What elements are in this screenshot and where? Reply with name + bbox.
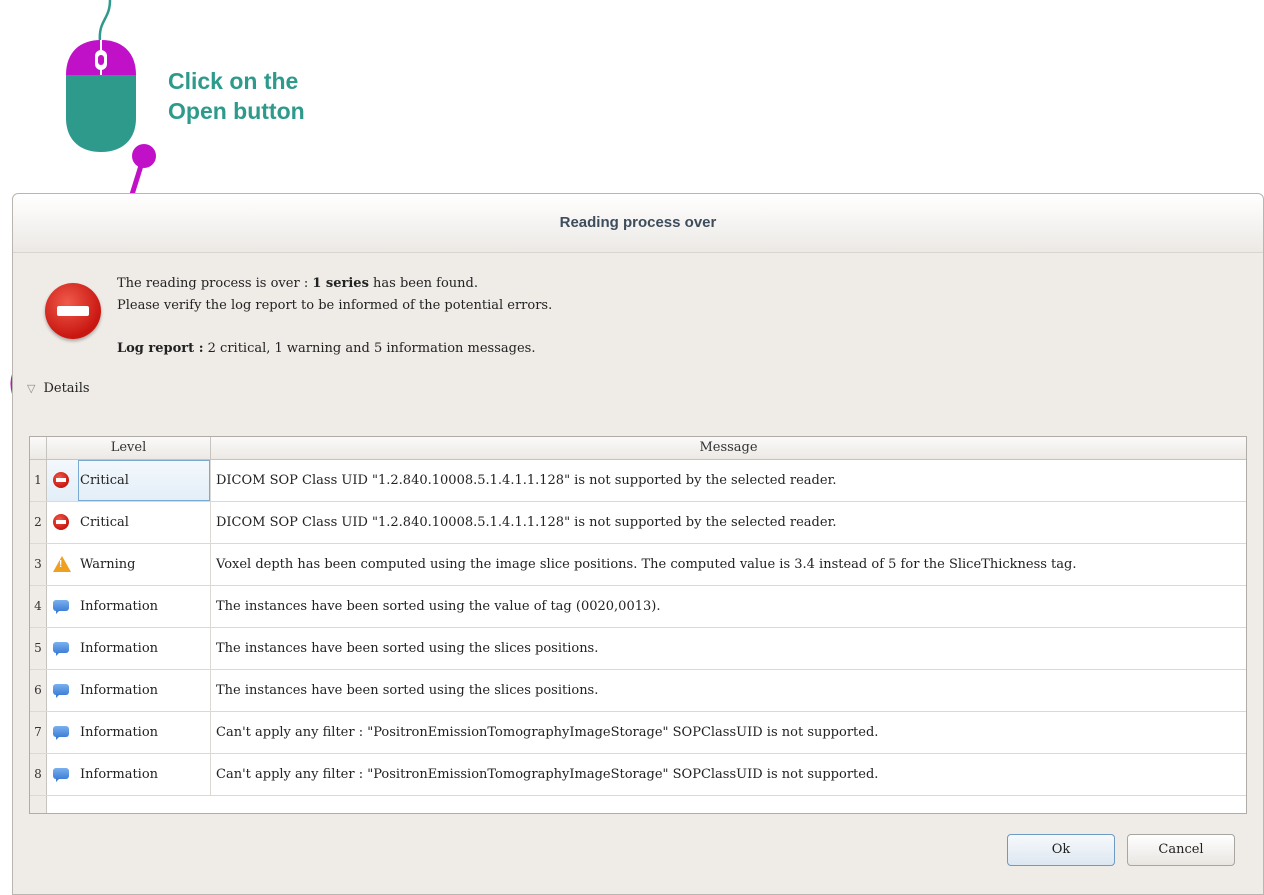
table-row[interactable]: 1 Critical DICOM SOP Class UID "1.2.840.10… — [30, 460, 1246, 502]
cancel-button[interactable]: Cancel — [1127, 834, 1235, 866]
information-icon — [53, 642, 69, 656]
level-cell[interactable]: Information — [47, 754, 211, 795]
disclosure-triangle-icon: ▽ — [27, 382, 36, 395]
table-row[interactable]: 6 Information The instances have been sort… — [30, 670, 1246, 712]
message-cell[interactable]: Voxel depth has been computed using the … — [216, 544, 1076, 585]
row-number: 4 — [34, 599, 42, 613]
level-cell[interactable]: Warning — [47, 544, 211, 585]
callout-text: Click on the Open button — [168, 66, 305, 126]
message-cell[interactable]: The instances have been sorted using the… — [216, 670, 598, 711]
cell-focus-ring — [78, 460, 210, 501]
table-header: Level Message — [30, 437, 1246, 460]
row-number: 1 — [34, 473, 42, 487]
level-cell[interactable]: Information — [47, 712, 211, 753]
critical-icon — [53, 514, 69, 530]
level-cell[interactable]: Information — [47, 670, 211, 711]
level-label: Information — [80, 683, 159, 698]
row-number: 2 — [34, 515, 42, 529]
row-number: 6 — [34, 683, 42, 697]
message-cell[interactable]: The instances have been sorted using the… — [216, 628, 598, 669]
message-cell[interactable]: DICOM SOP Class UID "1.2.840.10008.5.1.4… — [216, 502, 836, 543]
header-row-number — [30, 437, 47, 459]
information-icon — [53, 600, 69, 614]
information-icon — [53, 684, 69, 698]
level-label: Information — [80, 599, 159, 614]
header-message[interactable]: Message — [211, 437, 1246, 459]
level-label: Information — [80, 725, 159, 740]
table-row[interactable]: 2 Critical DICOM SOP Class UID "1.2.840.10… — [30, 502, 1246, 544]
summary-line-1: The reading process is over : 1 series h… — [117, 276, 478, 291]
message-cell[interactable]: Can't apply any filter : "PositronEmissi… — [216, 712, 878, 753]
message-cell[interactable]: The instances have been sorted using the… — [216, 586, 660, 627]
level-label: Information — [80, 641, 159, 656]
callout-line-2: Open button — [168, 98, 305, 124]
row-number: 7 — [34, 725, 42, 739]
row-number: 3 — [34, 557, 42, 571]
summary-prefix: The reading process is over : — [117, 276, 313, 291]
table-row[interactable]: 8 Information Can't apply any filter : "Po… — [30, 754, 1246, 796]
level-cell[interactable]: Information — [47, 586, 211, 627]
header-level[interactable]: Level — [47, 437, 211, 459]
series-count: 1 series — [312, 276, 369, 291]
log-report-label: Log report : — [117, 341, 204, 356]
row-number: 8 — [34, 767, 42, 781]
summary-suffix: has been found. — [368, 276, 479, 291]
log-report-line: Log report : 2 critical, 1 warning and 5… — [117, 341, 535, 356]
information-icon — [53, 726, 69, 740]
ok-button[interactable]: Ok — [1007, 834, 1115, 866]
summary-line-2: Please verify the log report to be infor… — [117, 298, 553, 313]
details-toggle[interactable]: ▽ Details — [27, 381, 90, 396]
table-row[interactable]: 3 Warning Voxel depth has been computed us… — [30, 544, 1246, 586]
level-label: Warning — [80, 557, 136, 572]
details-label: Details — [43, 381, 90, 396]
level-label: Information — [80, 767, 159, 782]
level-label: Critical — [80, 515, 129, 530]
message-cell[interactable]: DICOM SOP Class UID "1.2.840.10008.5.1.4… — [216, 460, 836, 501]
information-icon — [53, 768, 69, 782]
row-number: 5 — [34, 641, 42, 655]
reading-process-dialog: Reading process over The reading process… — [12, 193, 1264, 895]
warning-icon — [53, 556, 71, 572]
table-row[interactable]: 4 Information The instances have been sort… — [30, 586, 1246, 628]
dialog-title: Reading process over — [13, 194, 1263, 253]
table-row[interactable]: 7 Information Can't apply any filter : "Po… — [30, 712, 1246, 754]
table-row[interactable]: 5 Information The instances have been sort… — [30, 628, 1246, 670]
message-cell[interactable]: Can't apply any filter : "PositronEmissi… — [216, 754, 878, 795]
log-table[interactable]: Level Message 1 Critical DICOM SOP Class U… — [29, 436, 1247, 814]
log-report-text: 2 critical, 1 warning and 5 information … — [203, 341, 536, 356]
level-cell[interactable]: Critical — [47, 502, 211, 543]
critical-error-icon — [45, 283, 101, 339]
level-cell[interactable]: Information — [47, 628, 211, 669]
critical-icon — [53, 472, 69, 488]
callout-line-1: Click on the — [168, 68, 299, 94]
